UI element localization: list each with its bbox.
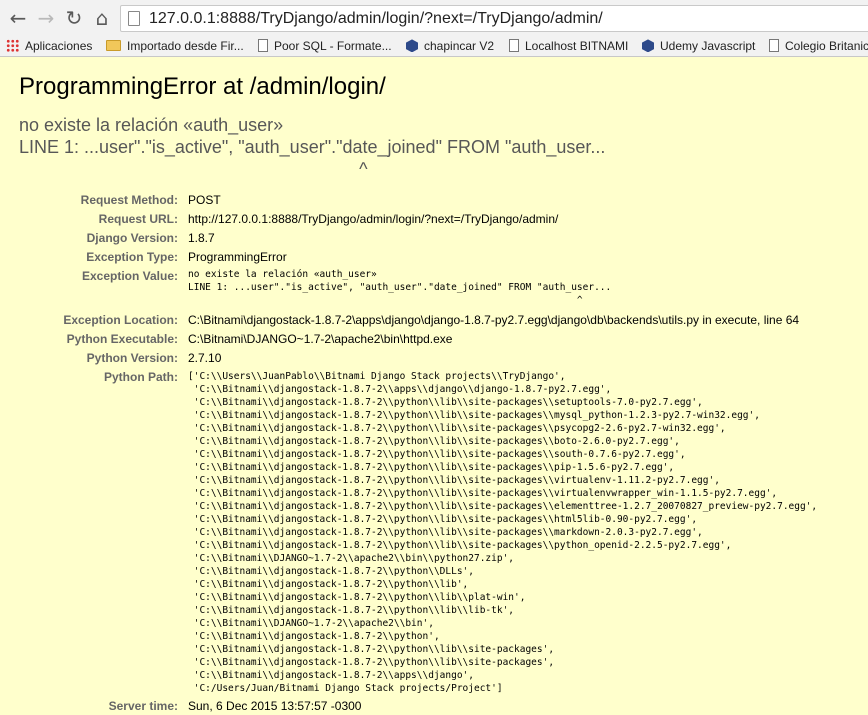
django-version-value: 1.8.7 xyxy=(188,231,215,245)
bookmark-label: Localhost BITNAMI xyxy=(525,39,629,53)
server-time-value: Sun, 6 Dec 2015 13:57:57 -0300 xyxy=(188,699,362,713)
hex-icon xyxy=(406,39,418,53)
bookmark-importado[interactable]: Importado desde Fir... xyxy=(106,37,244,55)
page-icon xyxy=(128,11,140,26)
page-icon xyxy=(258,39,268,53)
apps-icon xyxy=(6,39,19,53)
python-executable-value: C:\Bitnami\DJANGO~1.7-2\apache2\bin\http… xyxy=(188,332,453,346)
page-icon xyxy=(769,39,779,53)
exception-value-summary: no existe la relación «auth_user» LINE 1… xyxy=(19,115,606,179)
bookmark-label: Importado desde Fir... xyxy=(127,39,244,53)
bookmark-poor-sql[interactable]: Poor SQL - Formate... xyxy=(258,37,392,55)
request-method-value: POST xyxy=(188,193,221,207)
python-path-value: ['C:\\Users\\JuanPablo\\Bitnami Django S… xyxy=(188,371,818,694)
exception-location-label: Exception Location: xyxy=(63,313,178,327)
bookmark-label: Colegio Britanic xyxy=(785,39,868,53)
python-path-label: Python Path: xyxy=(104,370,178,384)
bookmark-udemy[interactable]: Udemy Javascript xyxy=(642,37,755,55)
forward-icon[interactable]: → xyxy=(35,7,57,29)
bookmark-label: chapincar V2 xyxy=(424,39,495,53)
bookmark-colegio[interactable]: Colegio Britanic xyxy=(769,37,868,55)
address-bar[interactable]: 127.0.0.1:8888/TryDjango/admin/login/?ne… xyxy=(120,5,868,32)
request-url-label: Request URL: xyxy=(98,212,178,226)
server-time-label: Server time: xyxy=(108,699,178,713)
page-title: ProgrammingError at /admin/login/ xyxy=(19,73,386,100)
python-executable-label: Python Executable: xyxy=(66,332,178,346)
home-icon[interactable]: ⌂ xyxy=(91,7,113,29)
back-icon[interactable]: ← xyxy=(7,7,29,29)
bookmark-localhost[interactable]: Localhost BITNAMI xyxy=(509,37,628,55)
bookmark-label: Udemy Javascript xyxy=(660,39,756,53)
address-url[interactable]: 127.0.0.1:8888/TryDjango/admin/login/?ne… xyxy=(149,10,603,28)
exception-location-value: C:\Bitnami\djangostack-1.8.7-2\apps\djan… xyxy=(188,313,800,327)
exception-type-value: ProgrammingError xyxy=(188,250,287,264)
request-method-label: Request Method: xyxy=(80,193,178,207)
folder-icon xyxy=(106,40,121,52)
reload-icon[interactable]: ↻ xyxy=(63,7,85,29)
request-url-value: http://127.0.0.1:8888/TryDjango/admin/lo… xyxy=(188,212,559,226)
page-icon xyxy=(509,39,519,53)
exception-value-label: Exception Value: xyxy=(81,269,178,283)
browser-toolbar: ← → ↻ ⌂ 127.0.0.1:8888/TryDjango/admin/l… xyxy=(0,0,868,36)
bookmarks-bar: Aplicaciones Importado desde Fir... Poor… xyxy=(0,36,868,57)
bookmark-label: Aplicaciones xyxy=(25,39,93,53)
python-version-label: Python Version: xyxy=(86,351,178,365)
hex-icon xyxy=(642,39,654,53)
bookmark-chapincar[interactable]: chapincar V2 xyxy=(406,37,494,55)
django-version-label: Django Version: xyxy=(86,231,178,245)
bookmark-label: Poor SQL - Formate... xyxy=(274,39,392,53)
python-version-value: 2.7.10 xyxy=(188,351,222,365)
exception-type-label: Exception Type: xyxy=(86,250,178,264)
exception-value: no existe la relación «auth_user» LINE 1… xyxy=(188,269,612,306)
bookmark-aplicaciones[interactable]: Aplicaciones xyxy=(6,37,92,55)
